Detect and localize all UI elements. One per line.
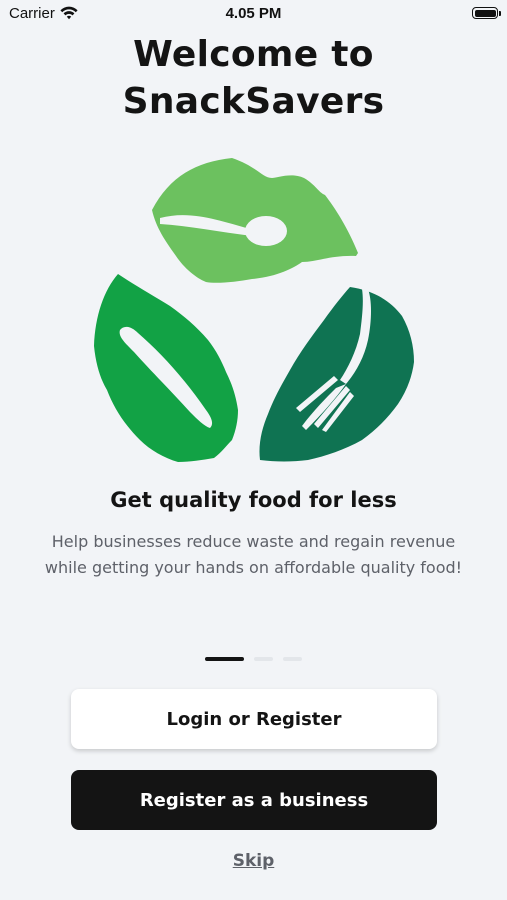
recycle-leaves-cutlery-logo [94,158,414,462]
page-dot-3[interactable] [283,657,302,661]
page-dot-1[interactable] [205,657,244,661]
login-register-button[interactable]: Login or Register [71,689,437,749]
skip-link[interactable]: Skip [0,851,507,871]
page-dot-2[interactable] [254,657,273,661]
welcome-title: Welcome to SnackSavers [0,31,507,125]
slide-description: Help businesses reduce waste and regain … [44,532,463,577]
page-indicator [205,657,302,661]
register-business-button[interactable]: Register as a business [71,770,437,830]
slide-headline: Get quality food for less [110,488,397,512]
battery-fill [474,9,496,17]
status-bar: Carrier 4.05 PM [0,0,507,28]
leaf-fork-shape [259,287,414,462]
battery-icon [472,7,498,19]
clock-time: 4.05 PM [225,5,282,22]
battery-cap [499,11,501,16]
welcome-title-line2: SnackSavers [122,81,385,122]
welcome-title-line1: Welcome to [133,34,374,75]
